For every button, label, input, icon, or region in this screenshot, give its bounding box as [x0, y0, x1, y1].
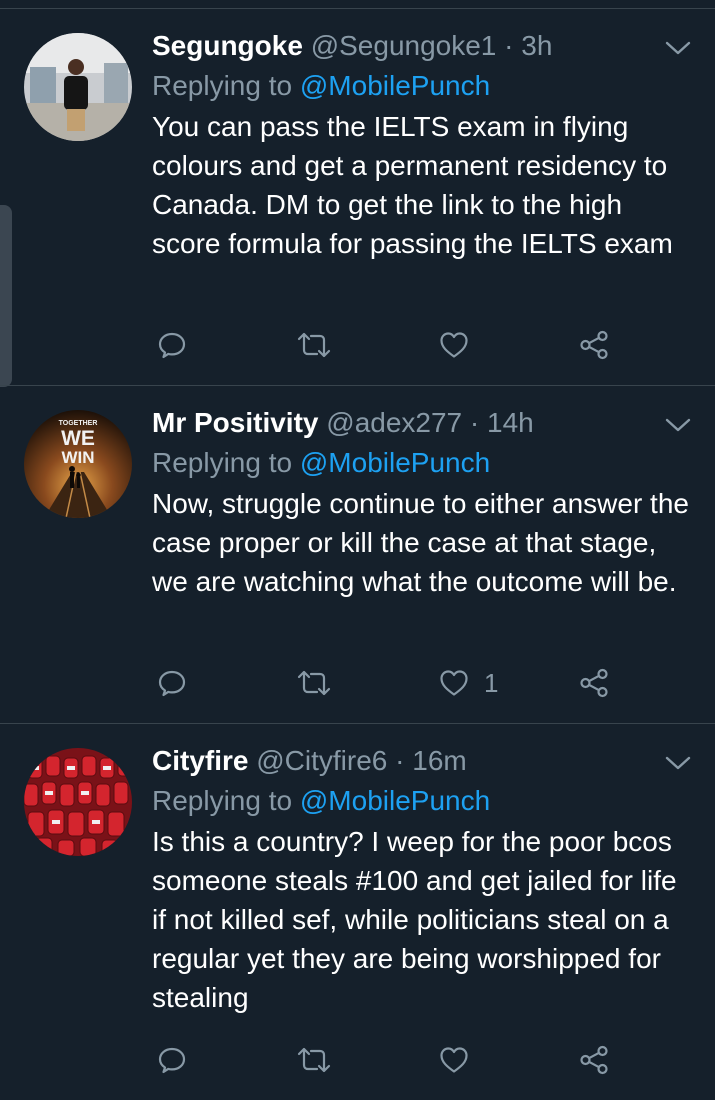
separator-dot: · [504, 30, 514, 61]
timestamp[interactable]: 16m [412, 745, 466, 776]
tweet-text: Now, struggle continue to either answer … [152, 488, 689, 597]
display-name[interactable]: Segungoke [152, 30, 303, 61]
reply-button[interactable] [156, 1038, 188, 1082]
avatar[interactable] [24, 748, 132, 856]
heart-icon [440, 670, 468, 696]
avatar[interactable]: TOGETHER WE WIN [24, 410, 132, 518]
tweet-segungoke[interactable]: Segungoke @Segungoke1 · 3h Replying to @… [0, 9, 715, 386]
share-button[interactable] [578, 1038, 610, 1082]
like-button[interactable] [438, 323, 484, 367]
reply-icon [158, 670, 186, 697]
reply-button[interactable] [156, 323, 188, 367]
like-count: 1 [484, 667, 499, 698]
avatar[interactable] [24, 33, 132, 141]
chevron-down-icon[interactable] [663, 753, 693, 773]
replying-to-line: Replying to @MobilePunch [152, 784, 691, 818]
tweet-actions [152, 323, 632, 367]
mention-link[interactable]: @MobilePunch [300, 785, 490, 816]
avatar-caption-win: WIN [61, 448, 94, 467]
replying-to-line: Replying to @MobilePunch [152, 446, 691, 480]
reply-icon [158, 1047, 186, 1074]
like-button[interactable]: 1 [438, 661, 498, 705]
heart-icon [440, 1047, 468, 1073]
share-button[interactable] [578, 323, 610, 367]
share-icon [580, 668, 608, 698]
display-name[interactable]: Mr Positivity [152, 407, 318, 438]
reply-button[interactable] [156, 661, 188, 705]
replying-to-line: Replying to @MobilePunch [152, 69, 691, 103]
tweet-actions [152, 1038, 632, 1082]
retweet-button[interactable] [296, 661, 332, 705]
tweet-header: Segungoke @Segungoke1 · 3h [152, 29, 691, 63]
retweet-icon [297, 1047, 331, 1073]
user-handle[interactable]: @adex277 [326, 407, 462, 438]
replying-prefix: Replying to [152, 785, 293, 816]
heart-icon [440, 332, 468, 358]
user-handle[interactable]: @Segungoke1 [311, 30, 497, 61]
share-button[interactable] [578, 661, 610, 705]
separator-dot: · [395, 745, 405, 776]
like-button[interactable] [438, 1038, 484, 1082]
share-icon [580, 330, 608, 360]
timestamp[interactable]: 3h [521, 30, 552, 61]
separator-dot: · [469, 407, 480, 438]
retweet-icon [297, 670, 331, 696]
chevron-down-icon[interactable] [663, 38, 693, 58]
replying-prefix: Replying to [152, 447, 293, 478]
mention-link[interactable]: @MobilePunch [300, 70, 490, 101]
tweet-text: You can pass the IELTS exam in flying co… [152, 111, 673, 259]
share-icon [580, 1045, 608, 1075]
tweet-cityfire[interactable]: Cityfire @Cityfire6 · 16m Replying to @M… [0, 724, 715, 1100]
chevron-down-icon[interactable] [663, 415, 693, 435]
retweet-button[interactable] [296, 323, 332, 367]
avatar-caption-small: TOGETHER [59, 420, 98, 427]
retweet-icon [297, 332, 331, 358]
tweet-text: Is this a country? I weep for the poor b… [152, 826, 677, 1013]
display-name[interactable]: Cityfire [152, 745, 248, 776]
mention-link[interactable]: @MobilePunch [300, 447, 490, 478]
reply-icon [158, 332, 186, 359]
avatar-caption-we: WE [61, 427, 95, 450]
tweet-header: Mr Positivity @adex277 · 14h [152, 406, 691, 440]
replying-prefix: Replying to [152, 70, 293, 101]
tweet-mr-positivity[interactable]: TOGETHER WE WIN Mr Positivity @adex277 ·… [0, 386, 715, 724]
retweet-button[interactable] [296, 1038, 332, 1082]
user-handle[interactable]: @Cityfire6 [256, 745, 387, 776]
tweet-actions: 1 [152, 661, 632, 705]
timestamp[interactable]: 14h [487, 407, 534, 438]
tweet-header: Cityfire @Cityfire6 · 16m [152, 744, 691, 778]
